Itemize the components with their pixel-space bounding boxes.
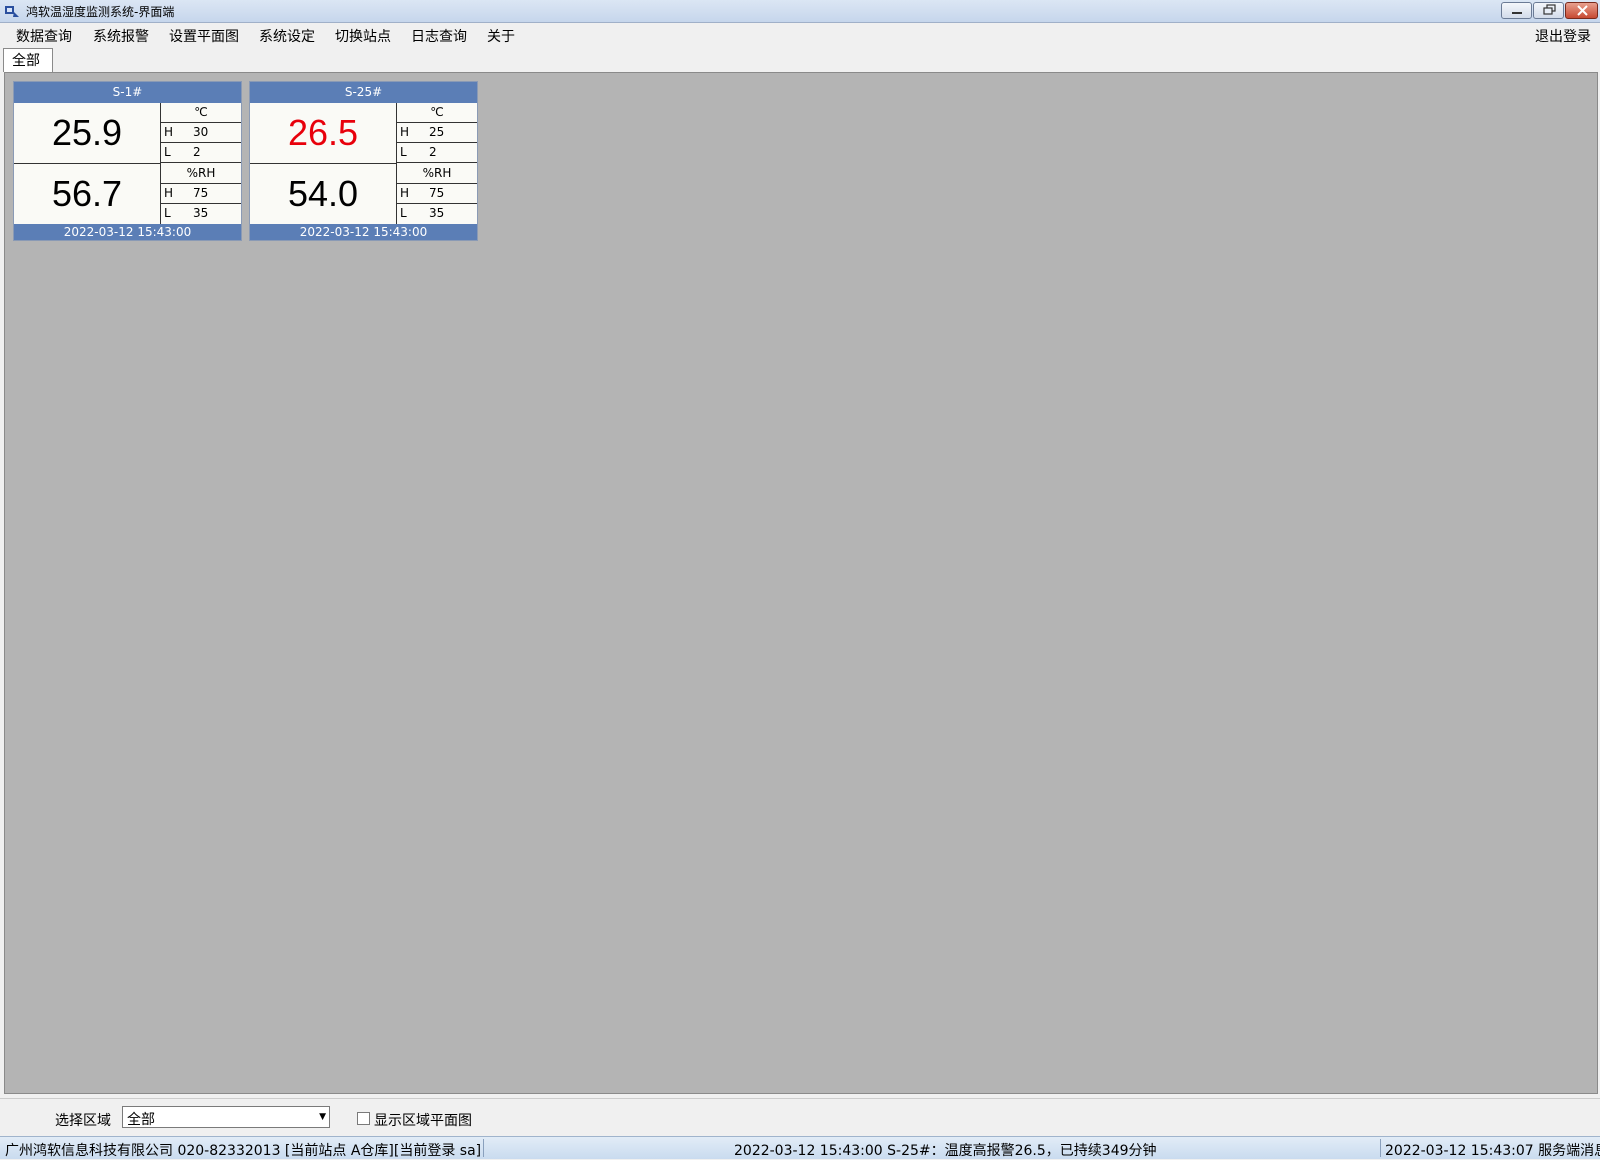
logout-menu[interactable]: 退出登录 (1535, 26, 1591, 46)
window-title: 鸿软温湿度监测系统-界面端 (26, 5, 175, 19)
app-logo-icon (5, 6, 19, 17)
humidity-low-limit: L 35 (400, 206, 445, 220)
show-floorplan-checkbox[interactable] (357, 1112, 370, 1125)
menu-switch-site[interactable]: 切换站点 (335, 26, 391, 46)
humidity-reading: 56.7 (14, 164, 161, 224)
status-server-message: 2022-03-12 15:43:07 服务端消息 (1385, 1143, 1600, 1159)
status-divider (483, 1139, 484, 1157)
sensor-name: S-1# (14, 82, 241, 103)
temperature-unit: ℃ (397, 103, 477, 123)
temperature-reading: 26.5 (250, 103, 397, 164)
area-control-panel: 选择区域 全部 ▼ 显示区域平面图 (0, 1098, 1600, 1135)
humidity-high-limit: H 75 (161, 184, 241, 204)
status-divider (1380, 1139, 1381, 1157)
menu-data-query[interactable]: 数据查询 (16, 26, 72, 46)
humidity-high-limit: H 75 (397, 184, 477, 204)
humidity-unit: %RH (397, 164, 477, 184)
area-dropdown[interactable]: 全部 ▼ (122, 1106, 330, 1128)
temperature-high-limit: H 30 (161, 123, 241, 143)
area-dropdown-value: 全部 (127, 1112, 155, 1128)
restore-button[interactable] (1533, 2, 1564, 19)
temperature-high-limit: H 25 (397, 123, 477, 143)
title-bar: 鸿软温湿度监测系统-界面端 (0, 0, 1600, 23)
sensor-name: S-25# (250, 82, 477, 103)
sensor-card[interactable]: S-1# 25.9 ℃ H 30 L2 56.7 %RH H 75 L 35 2022… (13, 81, 242, 241)
sensor-timestamp: 2022-03-12 15:43:00 (14, 224, 241, 240)
menu-bar: 数据查询 系统报警 设置平面图 系统设定 切换站点 日志查询 关于 退出登录 (0, 23, 1600, 47)
tab-all[interactable]: 全部 (3, 48, 53, 72)
show-floorplan-label[interactable]: 显示区域平面图 (374, 1110, 472, 1130)
close-button[interactable] (1565, 2, 1598, 19)
menu-about[interactable]: 关于 (487, 26, 515, 46)
humidity-unit: %RH (161, 164, 241, 184)
menu-system-settings[interactable]: 系统设定 (259, 26, 315, 46)
menu-set-floorplan[interactable]: 设置平面图 (169, 26, 239, 46)
temperature-reading: 25.9 (14, 103, 161, 164)
sensor-panel: S-1# 25.9 ℃ H 30 L2 56.7 %RH H 75 L 35 2022… (4, 72, 1598, 1094)
sensor-timestamp: 2022-03-12 15:43:00 (250, 224, 477, 240)
temperature-unit: ℃ (161, 103, 241, 123)
area-select-label: 选择区域 (55, 1113, 111, 1129)
status-company-info: 广州鸿软信息科技有限公司 020-82332013 [当前站点 A仓库][当前登… (5, 1143, 482, 1159)
menu-log-query[interactable]: 日志查询 (411, 26, 467, 46)
humidity-low-limit: L 35 (164, 206, 209, 220)
minimize-button[interactable] (1501, 2, 1532, 19)
status-alarm-message: 2022-03-12 15:43:00 S-25#：温度高报警26.5，已持续3… (734, 1143, 1157, 1159)
temperature-low-limit: L2 (397, 143, 477, 163)
humidity-reading: 54.0 (250, 164, 397, 224)
temperature-low-limit: L2 (161, 143, 241, 163)
close-icon (1577, 5, 1588, 16)
menu-system-alarm[interactable]: 系统报警 (93, 26, 149, 46)
sensor-card[interactable]: S-25# 26.5 ℃ H 25 L2 54.0 %RH H 75 L 35 202… (249, 81, 478, 241)
chevron-down-icon: ▼ (319, 1112, 326, 1122)
restore-icon (1543, 4, 1556, 15)
tab-strip: 全部 (0, 48, 1600, 72)
minimize-icon (1512, 12, 1522, 14)
status-bar: 广州鸿软信息科技有限公司 020-82332013 [当前站点 A仓库][当前登… (0, 1136, 1600, 1159)
